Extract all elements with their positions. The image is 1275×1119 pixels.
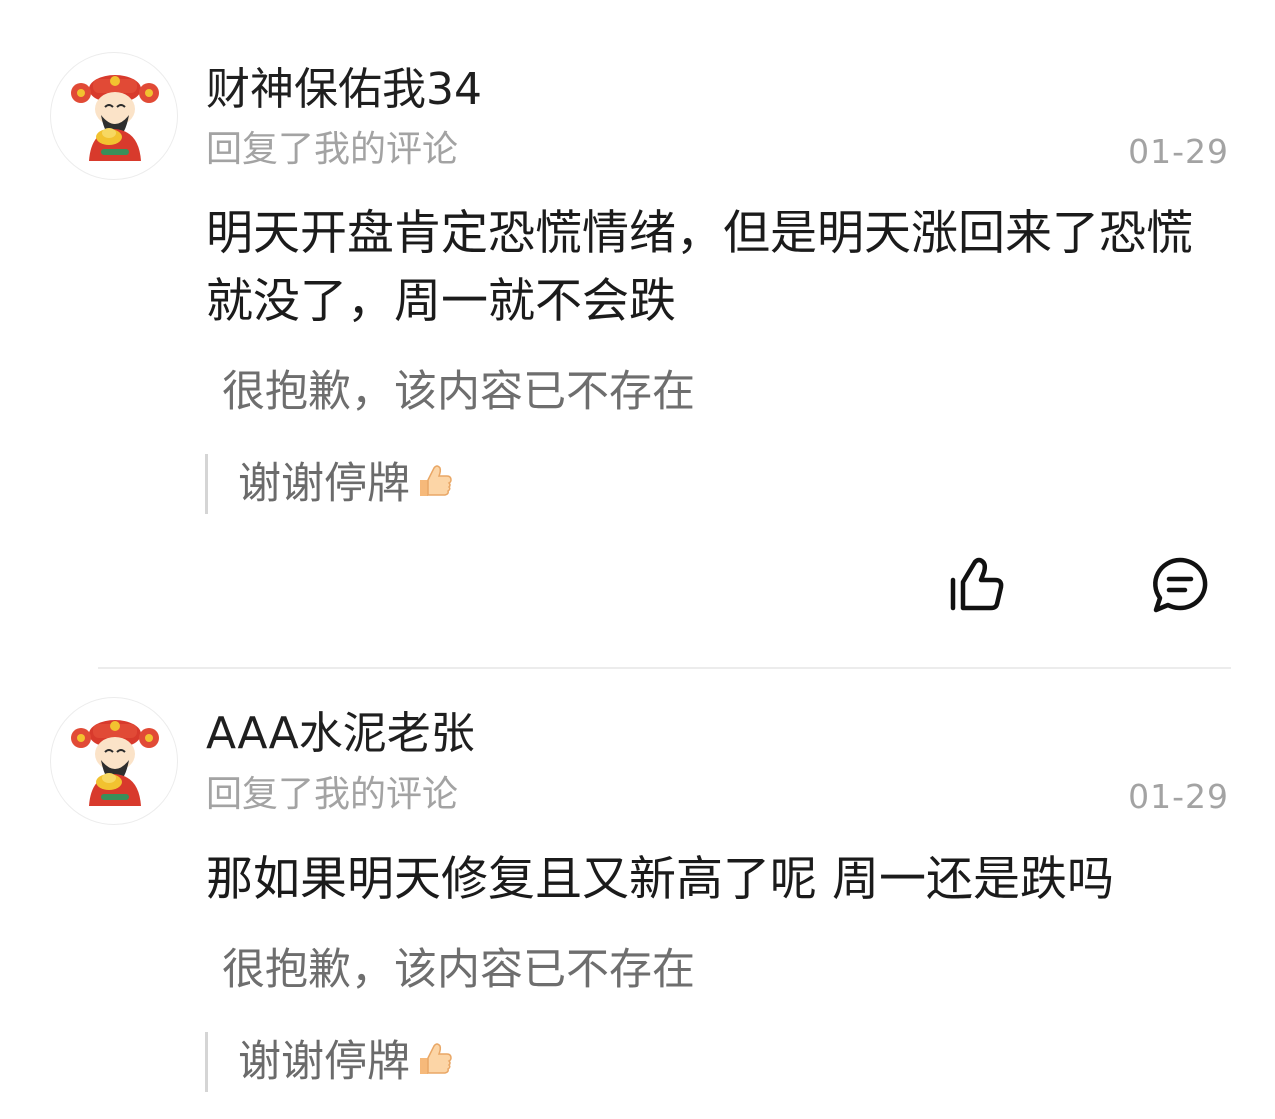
comment-date: 01-29: [1128, 132, 1229, 171]
like-icon: [950, 557, 1004, 611]
caishen-avatar-icon[interactable]: [50, 697, 178, 825]
reply-action-text: 回复了我的评论: [206, 774, 459, 815]
deleted-notice: 很抱歉，该内容已不存在: [222, 945, 695, 995]
caishen-avatar-icon[interactable]: [50, 52, 178, 180]
thumbs-up-icon: [412, 1038, 454, 1080]
username[interactable]: AAA水泥老张: [206, 706, 475, 762]
comment-divider: [98, 667, 1231, 669]
like-button[interactable]: [944, 553, 1008, 617]
deleted-notice: 很抱歉，该内容已不存在: [222, 367, 695, 417]
thumbs-up-icon: [412, 460, 454, 502]
comment-body: 那如果明天修复且又新高了呢 周一还是跌吗: [206, 852, 1114, 907]
username[interactable]: 财神保佑我34: [206, 62, 482, 118]
quoted-comment[interactable]: 谢谢停牌: [205, 454, 454, 514]
comment-body: 明天开盘肯定恐慌情绪，但是明天涨回来了恐慌就没了，周一就不会跌: [206, 206, 1193, 329]
reply-action-text: 回复了我的评论: [206, 129, 459, 170]
reply-button[interactable]: [1148, 553, 1212, 617]
quoted-comment-text: 谢谢停牌: [238, 1036, 454, 1088]
quoted-comment[interactable]: 谢谢停牌: [205, 1032, 454, 1092]
comment-date: 01-29: [1128, 777, 1229, 816]
comment-bubble-icon: [1153, 557, 1208, 613]
quoted-comment-text: 谢谢停牌: [238, 458, 454, 510]
